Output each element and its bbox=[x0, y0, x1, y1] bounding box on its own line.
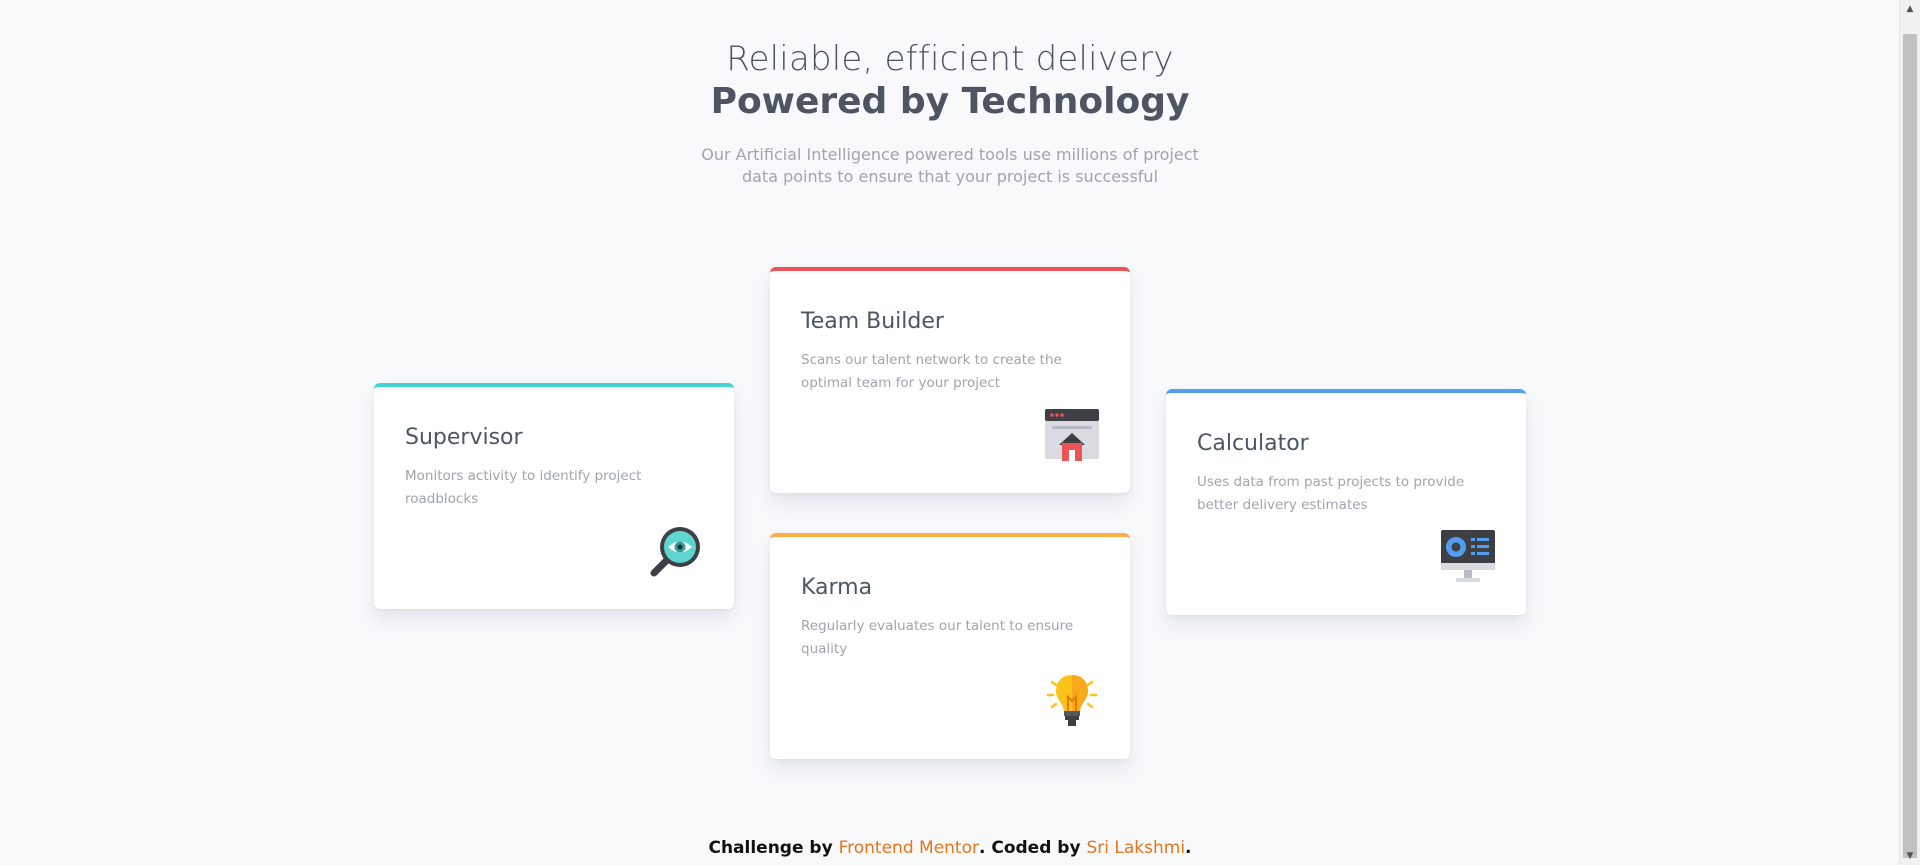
card-text: Scans our talent network to create the o… bbox=[801, 352, 1062, 391]
frontend-mentor-link[interactable]: Frontend Mentor bbox=[839, 838, 979, 858]
card-calculator: Calculator Uses data from past projects … bbox=[1166, 389, 1526, 615]
card-title: Team Builder bbox=[801, 309, 944, 334]
attribution-footer: Challenge by Frontend Mentor. Coded by S… bbox=[0, 838, 1900, 858]
vertical-scrollbar[interactable]: ▲ ▼ bbox=[1899, 0, 1920, 865]
magnifier-eye-icon bbox=[650, 527, 700, 577]
header-description: Our Artificial Intelligence powered tool… bbox=[701, 145, 1199, 186]
team-builder-icon bbox=[1045, 409, 1099, 461]
card-text: Monitors activity to identify project ro… bbox=[405, 468, 642, 507]
scrollbar-thumb[interactable] bbox=[1903, 34, 1917, 858]
headline-light: Reliable, efficient delivery bbox=[726, 39, 1174, 79]
lightbulb-icon bbox=[1046, 675, 1098, 726]
header: Reliable, efficient delivery Powered by … bbox=[0, 38, 1900, 188]
footer-prefix: Challenge by bbox=[708, 838, 839, 858]
card-supervisor: Supervisor Monitors activity to identify… bbox=[374, 383, 734, 609]
page: Reliable, efficient delivery Powered by … bbox=[0, 0, 1920, 865]
card-title: Supervisor bbox=[405, 425, 523, 450]
monitor-chart-icon bbox=[1441, 530, 1495, 582]
footer-middle: . Coded by bbox=[978, 838, 1087, 858]
scroll-down-arrow-icon[interactable]: ▼ bbox=[1900, 847, 1920, 865]
footer-suffix: . bbox=[1185, 838, 1192, 858]
scroll-up-arrow-icon[interactable]: ▲ bbox=[1900, 0, 1920, 18]
card-karma: Karma Regularly evaluates our talent to … bbox=[770, 533, 1130, 759]
card-title: Calculator bbox=[1197, 431, 1309, 456]
card-text: Regularly evaluates our talent to ensure… bbox=[801, 618, 1074, 657]
card-title: Karma bbox=[801, 575, 873, 600]
card-team-builder: Team Builder Scans our talent network to… bbox=[770, 267, 1130, 493]
card-text: Uses data from past projects to provide … bbox=[1197, 474, 1465, 513]
author-link[interactable]: Sri Lakshmi bbox=[1086, 838, 1185, 858]
headline-bold: Powered by Technology bbox=[710, 81, 1190, 122]
